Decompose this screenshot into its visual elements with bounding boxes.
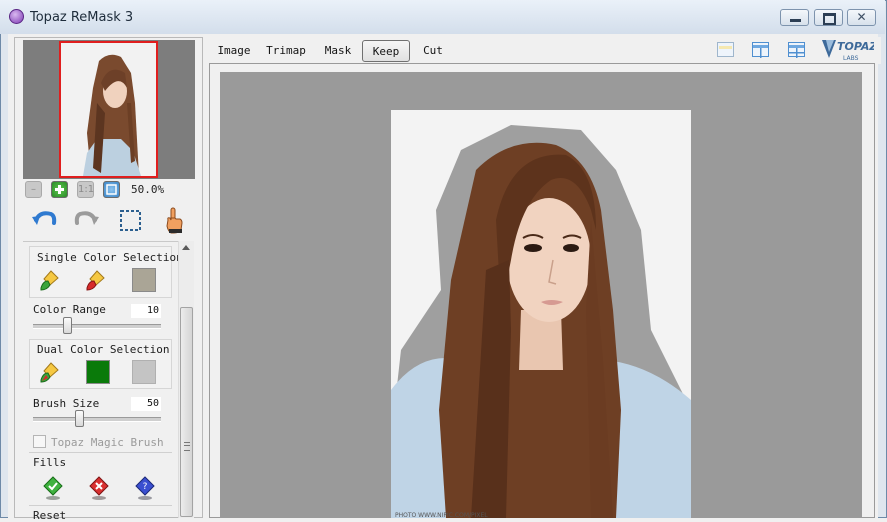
magic-brush-label: Topaz Magic Brush bbox=[51, 436, 164, 449]
scroll-grip-icon bbox=[184, 442, 190, 451]
maximize-button[interactable] bbox=[814, 9, 843, 26]
single-color-keep-brush[interactable] bbox=[39, 268, 63, 292]
quad-view-icon bbox=[789, 45, 804, 58]
topaz-logo-icon: TOPAZ LABS bbox=[822, 40, 878, 62]
selection-tool-button[interactable] bbox=[117, 206, 145, 234]
scroll-up-arrow-icon[interactable] bbox=[182, 245, 190, 250]
dual-color-swatch-2[interactable] bbox=[132, 360, 156, 384]
fills-label: Fills bbox=[33, 456, 67, 469]
split-view-button[interactable] bbox=[752, 42, 769, 58]
zoom-actual-button[interactable]: 1:1 bbox=[77, 181, 94, 198]
hand-pointer-icon bbox=[166, 207, 183, 234]
tab-keep[interactable]: Keep bbox=[362, 40, 410, 62]
brush-size-label: Brush Size bbox=[33, 397, 100, 410]
green-fill-bucket-icon bbox=[43, 476, 63, 500]
redo-icon bbox=[74, 211, 99, 225]
svg-text:?: ? bbox=[143, 482, 148, 492]
tab-cut[interactable]: Cut bbox=[418, 40, 448, 62]
undo-icon bbox=[32, 211, 57, 225]
title-bar[interactable]: Topaz ReMask 3 ✕ bbox=[0, 0, 885, 34]
blue-fill-bucket-icon: ? bbox=[135, 476, 155, 500]
panel-divider bbox=[23, 241, 178, 242]
minimize-button[interactable] bbox=[780, 9, 809, 26]
svg-text:LABS: LABS bbox=[843, 55, 859, 62]
brush-size-slider-track[interactable] bbox=[33, 417, 161, 422]
tab-mask[interactable]: Mask bbox=[318, 40, 358, 62]
zoom-fit-icon bbox=[106, 184, 117, 195]
tab-image[interactable]: Image bbox=[212, 40, 256, 62]
dual-color-swatch-1[interactable] bbox=[86, 360, 110, 384]
pan-tool-button[interactable] bbox=[160, 206, 188, 234]
single-view-button[interactable] bbox=[717, 42, 734, 57]
navigator-viewport[interactable] bbox=[59, 41, 158, 178]
single-view-icon bbox=[719, 46, 732, 49]
zoom-fit-button[interactable] bbox=[103, 181, 120, 198]
maximize-icon bbox=[823, 13, 836, 25]
reset-divider bbox=[29, 505, 172, 506]
zoom-level: 50.0% bbox=[131, 183, 165, 196]
color-range-slider-track[interactable] bbox=[33, 324, 161, 329]
fill-keep-button[interactable] bbox=[41, 475, 65, 501]
scrollbar-thumb[interactable] bbox=[180, 307, 193, 517]
dual-color-title: Dual Color Selection bbox=[37, 343, 170, 356]
svg-text:TOPAZ: TOPAZ bbox=[837, 40, 874, 53]
red-fill-bucket-icon bbox=[89, 476, 109, 500]
close-button[interactable]: ✕ bbox=[847, 9, 876, 26]
brush-size-slider-thumb[interactable] bbox=[74, 410, 84, 427]
single-color-swatch[interactable] bbox=[132, 268, 156, 292]
brush-size-value[interactable]: 50 bbox=[131, 397, 161, 411]
color-range-label: Color Range bbox=[33, 303, 106, 316]
zoom-in-icon bbox=[55, 185, 64, 194]
dual-color-brush[interactable] bbox=[39, 360, 63, 384]
fills-divider bbox=[29, 452, 172, 453]
color-range-value[interactable]: 10 bbox=[131, 304, 161, 318]
zoom-actual-icon: 1:1 bbox=[78, 184, 95, 195]
zoom-out-icon: – bbox=[31, 184, 36, 195]
zoom-out-button[interactable]: – bbox=[25, 181, 42, 198]
green-brush-icon bbox=[40, 270, 59, 291]
close-icon: ✕ bbox=[856, 10, 867, 24]
minimize-icon bbox=[790, 19, 801, 22]
window-title: Topaz ReMask 3 bbox=[30, 10, 134, 25]
fill-cut-button[interactable] bbox=[87, 475, 111, 501]
magic-brush-checkbox[interactable] bbox=[33, 435, 46, 448]
undo-button[interactable] bbox=[30, 206, 58, 234]
color-range-slider-thumb[interactable] bbox=[62, 317, 72, 334]
fill-compute-button[interactable]: ? bbox=[133, 475, 157, 501]
single-color-cut-brush[interactable] bbox=[85, 268, 109, 292]
dual-color-brush-icon bbox=[40, 362, 59, 383]
topaz-app-icon bbox=[9, 9, 24, 24]
marquee-select-icon bbox=[120, 210, 141, 231]
portrait-photo bbox=[391, 110, 691, 518]
tab-trimap[interactable]: Trimap bbox=[261, 40, 311, 62]
navigator-thumbnail-image bbox=[61, 43, 156, 176]
redo-button[interactable] bbox=[73, 206, 101, 234]
keep-preview-image[interactable] bbox=[391, 110, 691, 518]
zoom-in-button[interactable] bbox=[51, 181, 68, 198]
topaz-labs-logo: TOPAZ LABS bbox=[820, 36, 878, 62]
panel-scrollbar[interactable] bbox=[178, 241, 194, 518]
reset-label: Reset bbox=[33, 509, 67, 522]
red-brush-icon bbox=[86, 270, 105, 291]
split-view-icon bbox=[753, 45, 768, 58]
quad-view-button[interactable] bbox=[788, 42, 805, 58]
single-color-title: Single Color Selection bbox=[37, 251, 183, 264]
